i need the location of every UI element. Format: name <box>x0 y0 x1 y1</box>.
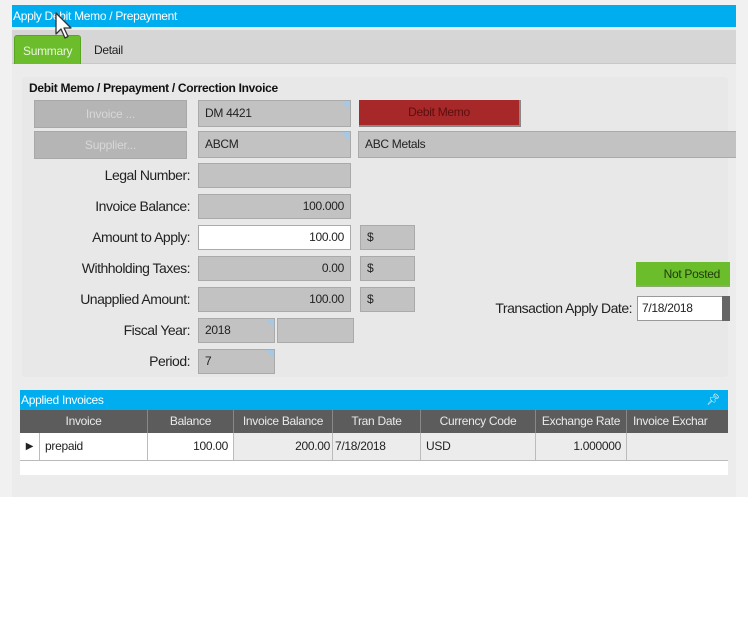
unapplied-amount-label: Unapplied Amount: <box>80 291 190 307</box>
column-header-invoice-exchange[interactable]: Invoice Exchar <box>627 410 728 433</box>
group-title: Debit Memo / Prepayment / Correction Inv… <box>29 81 278 95</box>
cell-invoice[interactable]: prepaid <box>40 433 148 460</box>
withholding-currency-field: $ <box>360 256 415 281</box>
supplier-id-field[interactable]: ABCM <box>198 131 351 158</box>
tab-bar: Summary Detail <box>12 30 736 64</box>
period-value: 7 <box>205 354 212 368</box>
lookup-corner-icon <box>265 319 274 328</box>
column-header-invoice[interactable]: Invoice <box>20 410 148 433</box>
screenshot-background: Apply Debit Memo / Prepayment Summary De… <box>0 0 748 497</box>
column-header-balance[interactable]: Balance <box>148 410 234 433</box>
lookup-corner-icon <box>341 132 350 141</box>
pushpin-icon[interactable]: 📌︎ <box>706 390 720 410</box>
date-picker-button[interactable] <box>722 296 730 321</box>
period-field[interactable]: 7 <box>198 349 275 374</box>
invoice-balance-label: Invoice Balance: <box>95 198 190 214</box>
amount-to-apply-input[interactable]: 100.00 <box>198 225 351 250</box>
lookup-corner-icon <box>341 101 350 110</box>
invoice-lookup-button[interactable]: Invoice ... <box>34 100 187 128</box>
tab-detail[interactable]: Detail <box>86 35 131 63</box>
legal-number-label: Legal Number: <box>104 167 191 183</box>
applied-invoices-title: Applied Invoices <box>21 393 104 407</box>
window-title-bar: Apply Debit Memo / Prepayment <box>12 5 736 27</box>
supplier-id-value: ABCM <box>205 137 239 151</box>
fiscal-year-field[interactable]: 2018 <box>198 318 275 343</box>
amount-to-apply-label: Amount to Apply: <box>92 229 190 245</box>
debit-memo-type-button[interactable]: Debit Memo <box>359 100 521 127</box>
invoice-value: DM 4421 <box>205 106 252 120</box>
supplier-name-field: ABC Metals <box>358 131 736 158</box>
amount-currency-field: $ <box>360 225 415 250</box>
grid-header-row: Invoice Balance Invoice Balance Tran Dat… <box>20 410 728 433</box>
withholding-taxes-field: 0.00 <box>198 256 351 281</box>
table-row[interactable]: ▶ prepaid 100.00 200.00 7/18/2018 USD 1.… <box>20 433 728 461</box>
column-header-currency-code[interactable]: Currency Code <box>421 410 536 433</box>
period-label: Period: <box>149 353 190 369</box>
lookup-corner-icon <box>265 350 274 359</box>
invoice-field[interactable]: DM 4421 <box>198 100 351 127</box>
fiscal-year-label: Fiscal Year: <box>123 322 191 338</box>
unapplied-amount-field: 100.00 <box>198 287 351 312</box>
supplier-lookup-button[interactable]: Supplier... <box>34 131 187 159</box>
transaction-apply-date-label: Transaction Apply Date: <box>495 300 632 316</box>
cell-balance[interactable]: 100.00 <box>148 433 234 460</box>
legal-number-field[interactable] <box>198 163 351 188</box>
column-header-exchange-rate[interactable]: Exchange Rate <box>536 410 627 433</box>
cell-exchange-rate: 1.000000 <box>536 433 627 460</box>
row-selector-arrow-icon[interactable]: ▶ <box>20 433 40 460</box>
column-header-invoice-balance[interactable]: Invoice Balance <box>234 410 333 433</box>
column-header-tran-date[interactable]: Tran Date <box>333 410 421 433</box>
applied-invoices-grid: Invoice Balance Invoice Balance Tran Dat… <box>20 410 728 475</box>
invoice-balance-field: 100.000 <box>198 194 351 219</box>
apply-debit-memo-window: Apply Debit Memo / Prepayment Summary De… <box>12 5 736 497</box>
cell-tran-date: 7/18/2018 <box>333 433 421 460</box>
unapplied-currency-field: $ <box>360 287 415 312</box>
applied-invoices-header: Applied Invoices 📌︎ <box>20 390 728 410</box>
fiscal-year-suffix-field <box>277 318 354 343</box>
window-title: Apply Debit Memo / Prepayment <box>13 9 178 23</box>
mouse-pointer-icon <box>55 12 72 39</box>
cell-currency-code: USD <box>421 433 536 460</box>
status-badge: Not Posted <box>636 262 730 287</box>
withholding-taxes-label: Withholding Taxes: <box>81 260 191 276</box>
debit-memo-group: Debit Memo / Prepayment / Correction Inv… <box>22 77 736 377</box>
cell-invoice-exchange <box>627 433 728 460</box>
cell-invoice-balance: 200.00 <box>234 433 333 460</box>
fiscal-year-value: 2018 <box>205 323 231 337</box>
transaction-apply-date-input[interactable]: 7/18/2018 <box>637 296 723 321</box>
